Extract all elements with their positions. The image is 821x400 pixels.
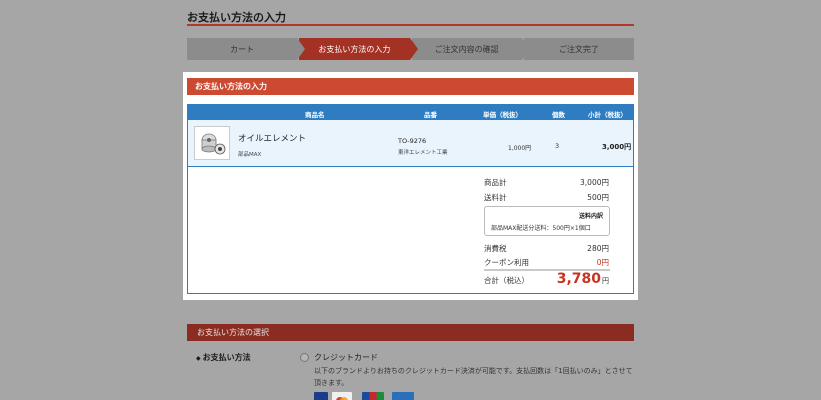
- product-code: TO-9276: [398, 137, 427, 145]
- cart-table: 商品名 品番 単価（税抜） 個数 小計（税抜） オイルエレメント 部品MAX T…: [187, 104, 634, 294]
- step-complete: ご注文完了: [523, 38, 634, 60]
- shipping-total-value: 500円: [587, 193, 609, 202]
- product-name[interactable]: オイルエレメント: [238, 132, 306, 144]
- step-confirm: ご注文内容の確認: [411, 38, 530, 60]
- step-payment: お支払い方法の入力: [299, 38, 418, 60]
- subtotal: 3,000円: [602, 143, 632, 151]
- coupon-label: クーポン利用: [484, 258, 529, 267]
- col-code: 品番: [424, 111, 437, 119]
- oil-filter-icon[interactable]: [194, 126, 230, 160]
- total-amount: 3,780: [556, 271, 601, 287]
- amex-icon: [392, 392, 414, 400]
- shipping-breakdown-detail: 部品MAX配送分送料：500円×1個口: [491, 225, 591, 232]
- shipping-breakdown-box: 送料内訳 部品MAX配送分送料：500円×1個口: [484, 206, 610, 236]
- shipping-breakdown-title: 送料内訳: [578, 213, 603, 220]
- payment-method-label-text: お支払い方法: [202, 353, 251, 362]
- coupon-value: 0円: [596, 258, 609, 267]
- visa-icon: [314, 392, 328, 400]
- col-qty: 個数: [552, 111, 565, 119]
- cart-table-header: 商品名 品番 単価（税抜） 個数 小計（税抜）: [188, 105, 633, 120]
- step-confirm-label: ご注文内容の確認: [434, 44, 499, 54]
- product-brand: 部品MAX: [238, 152, 262, 158]
- step-cart-label: カート: [230, 44, 255, 54]
- mastercard-icon: [332, 392, 352, 400]
- credit-card-radio[interactable]: [300, 353, 309, 362]
- total-unit: 円: [602, 277, 609, 285]
- product-maker: 東洋エレメント工業: [398, 150, 448, 156]
- payment-method-label: ◆ お支払い方法: [196, 352, 251, 363]
- tax-label: 消費税: [484, 244, 507, 253]
- col-unit-price: 単価（税抜）: [483, 111, 522, 119]
- credit-card-description: 以下のブランドよりお持ちのクレジットカード決済が可能です。支払回数は「1回払いの…: [314, 367, 633, 387]
- credit-card-option-label[interactable]: クレジットカード: [314, 352, 378, 363]
- jcb-icon: [362, 392, 384, 400]
- goods-total-value: 3,000円: [580, 178, 609, 187]
- section-header: お支払い方法の入力: [187, 78, 634, 95]
- page-title: お支払い方法の入力: [187, 11, 286, 24]
- step-arrow: [409, 38, 418, 60]
- checkout-steps: カート お支払い方法の入力 ご注文内容の確認 ご注文完了: [187, 38, 634, 60]
- quantity: 3: [555, 142, 560, 150]
- unit-price: 1,000円: [508, 145, 532, 152]
- order-summary-panel: お支払い方法の入力 商品名 品番 単価（税抜） 個数 小計（税抜） オイルエレメ…: [183, 72, 638, 300]
- bullet-diamond-icon: ◆: [196, 355, 201, 362]
- step-arrow: [297, 38, 306, 60]
- total-label: 合計（税込）: [484, 276, 529, 285]
- payment-section-header: お支払い方法の選択: [187, 324, 634, 341]
- shipping-total-label: 送料計: [484, 193, 507, 202]
- step-complete-label: ご注文完了: [558, 44, 599, 54]
- step-cart: カート: [187, 38, 306, 60]
- step-payment-label: お支払い方法の入力: [318, 44, 391, 54]
- total-value: 3,780円: [557, 271, 609, 287]
- goods-total-label: 商品計: [484, 178, 507, 187]
- col-subtotal: 小計（税抜）: [588, 111, 627, 119]
- table-row: オイルエレメント 部品MAX TO-9276 東洋エレメント工業 1,000円 …: [188, 120, 633, 167]
- step-arrow: [521, 38, 530, 60]
- tax-value: 280円: [587, 244, 609, 253]
- col-name: 商品名: [305, 111, 325, 119]
- title-divider: [187, 24, 634, 26]
